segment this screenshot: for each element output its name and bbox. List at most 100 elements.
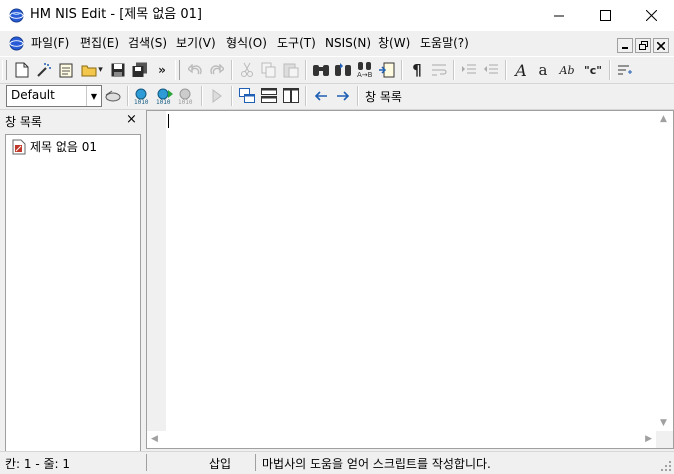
cursor-position: 칸: 1 - 줄: 1: [5, 457, 71, 471]
word-wrap-icon: [432, 64, 447, 76]
svg-text:A→B: A→B: [357, 71, 373, 78]
compile-button[interactable]: 1010: [132, 85, 154, 107]
toolbar-separator: [505, 60, 507, 80]
undo-button[interactable]: [184, 59, 206, 81]
close-button[interactable]: [628, 0, 674, 31]
window-list[interactable]: 제목 없음 01: [5, 134, 141, 454]
outdent-icon: [484, 64, 498, 74]
status-separator: [255, 454, 256, 471]
scroll-left-icon[interactable]: ◀: [151, 434, 158, 444]
title-bar[interactable]: HM NIS Edit - [제목 없음 01]: [0, 0, 674, 31]
chevron-down-icon[interactable]: ▼: [86, 86, 101, 106]
menu-file[interactable]: 파일(F): [31, 36, 69, 51]
horizontal-scrollbar[interactable]: ◀ ▶: [147, 431, 656, 448]
list-item[interactable]: 제목 없음 01: [12, 138, 97, 155]
paste-button[interactable]: [280, 59, 302, 81]
indent-icon: [462, 64, 476, 74]
replace-icon: A→B: [357, 62, 373, 78]
scroll-up-icon[interactable]: ▲: [660, 114, 667, 124]
document-icon[interactable]: [9, 36, 24, 51]
magic-wand-icon: [37, 63, 51, 77]
scrollbar-corner: [656, 431, 673, 448]
notepad-icon: [59, 63, 73, 78]
find-button[interactable]: [310, 59, 332, 81]
next-window-button[interactable]: [332, 85, 354, 107]
new-file-button[interactable]: [11, 59, 33, 81]
show-whitespace-button[interactable]: ¶: [406, 59, 428, 81]
menu-help[interactable]: 도움말(?): [420, 36, 469, 51]
save-all-icon: [132, 62, 147, 77]
menu-view[interactable]: 보기(V): [176, 36, 216, 51]
toolbar-grip[interactable]: [175, 60, 180, 80]
close-icon: [657, 41, 665, 50]
style-combobox[interactable]: Default ▼: [6, 85, 102, 107]
save-all-button[interactable]: [129, 59, 151, 81]
brush-icon: [105, 90, 121, 102]
menu-edit[interactable]: 편집(E): [80, 36, 119, 51]
mdi-restore-button[interactable]: [635, 38, 651, 53]
menu-search[interactable]: 검색(S): [128, 36, 167, 51]
stop-compile-icon: 1010: [178, 88, 193, 104]
scroll-down-icon[interactable]: ▼: [660, 418, 667, 428]
toolbar-separator: [609, 60, 611, 80]
menu-bar: 파일(F) 편집(E) 검색(S) 보기(V) 형식(O) 도구(T) NSIS…: [0, 31, 674, 56]
indent-button[interactable]: [458, 59, 480, 81]
lowercase-button[interactable]: a: [532, 59, 554, 81]
maximize-button[interactable]: [582, 0, 628, 31]
vertical-scrollbar[interactable]: ▲ ▼: [656, 111, 673, 431]
cascade-button[interactable]: [236, 85, 258, 107]
status-separator: [146, 454, 147, 471]
toolbar-separator: [453, 60, 455, 80]
play-icon: [212, 89, 222, 103]
restore-icon: [638, 41, 648, 50]
brush-button[interactable]: [102, 85, 124, 107]
mdi-close-button[interactable]: [653, 38, 669, 53]
maximize-icon: [599, 10, 611, 21]
save-button[interactable]: [107, 59, 129, 81]
toolbar-separator: [305, 60, 307, 80]
toolbar-grip[interactable]: [2, 60, 7, 80]
style-combobox-value: Default: [11, 88, 55, 102]
status-message: 마법사의 도움을 얻어 스크립트를 작성합니다.: [262, 457, 491, 471]
window-list-button[interactable]: 창 목록: [362, 88, 405, 105]
dropdown-arrow-icon[interactable]: ▾: [98, 65, 103, 75]
font-button[interactable]: A: [510, 59, 532, 81]
menu-tools[interactable]: 도구(T): [277, 36, 316, 51]
previous-window-button[interactable]: [310, 85, 332, 107]
run-button[interactable]: [206, 85, 228, 107]
minimize-button[interactable]: [536, 0, 582, 31]
svg-text:1010: 1010: [178, 99, 193, 104]
toolbar-separator: [231, 86, 233, 106]
mdi-minimize-button[interactable]: [617, 38, 633, 53]
wizard-button[interactable]: [33, 59, 55, 81]
secondary-toolbar: Default ▼ 1010 1010 1010 창 목록: [0, 83, 674, 110]
resize-grip-icon[interactable]: [660, 460, 672, 472]
tile-vertical-button[interactable]: [280, 85, 302, 107]
redo-button[interactable]: [206, 59, 228, 81]
menu-window[interactable]: 창(W): [378, 36, 410, 51]
stop-compile-button[interactable]: 1010: [176, 85, 198, 107]
cut-button[interactable]: [236, 59, 258, 81]
toolbar-separator: [305, 86, 307, 106]
panel-close-button[interactable]: ×: [126, 112, 137, 127]
compile-run-button[interactable]: 1010: [154, 85, 176, 107]
word-wrap-button[interactable]: [428, 59, 450, 81]
template-button[interactable]: [55, 59, 77, 81]
menu-nsis[interactable]: NSIS(N): [325, 36, 371, 51]
scroll-right-icon[interactable]: ▶: [645, 434, 652, 444]
replace-button[interactable]: A→B: [354, 59, 376, 81]
svg-text:1010: 1010: [134, 99, 149, 104]
toolbar-overflow-button[interactable]: »: [151, 59, 173, 81]
toolbar-separator: [357, 86, 359, 106]
tile-horizontal-button[interactable]: [258, 85, 280, 107]
outdent-button[interactable]: [480, 59, 502, 81]
insert-string-button[interactable]: "c": [580, 59, 606, 81]
comment-button[interactable]: [614, 59, 636, 81]
menu-format[interactable]: 형식(O): [226, 36, 267, 51]
open-button[interactable]: ▾: [77, 59, 107, 81]
find-next-button[interactable]: [332, 59, 354, 81]
editor-area[interactable]: ▲ ▼ ◀ ▶: [146, 110, 674, 449]
goto-line-button[interactable]: [376, 59, 398, 81]
font-style-button[interactable]: Ab: [554, 59, 580, 81]
copy-button[interactable]: [258, 59, 280, 81]
